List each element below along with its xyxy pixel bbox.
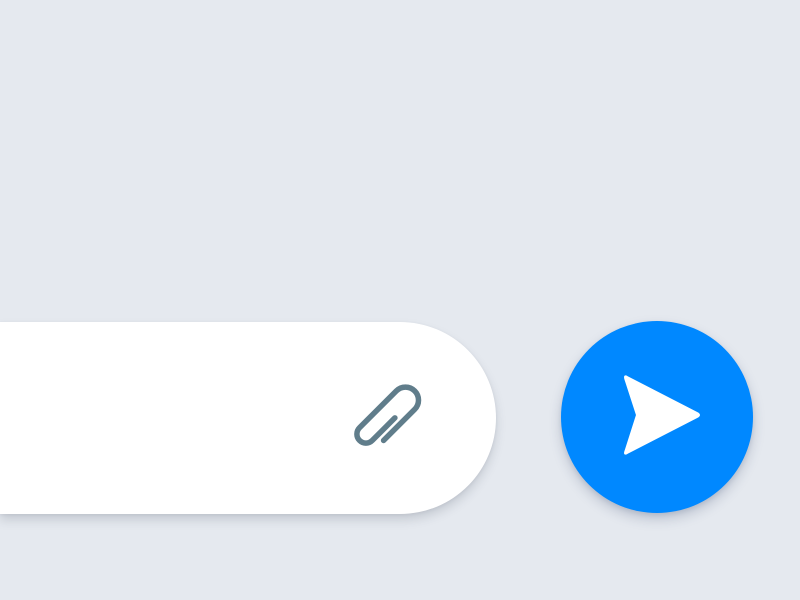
paperclip-icon <box>354 384 422 446</box>
attach-button[interactable] <box>340 370 430 460</box>
send-button[interactable] <box>561 321 753 513</box>
message-input[interactable] <box>24 384 328 454</box>
paper-plane-send-icon <box>624 375 700 455</box>
